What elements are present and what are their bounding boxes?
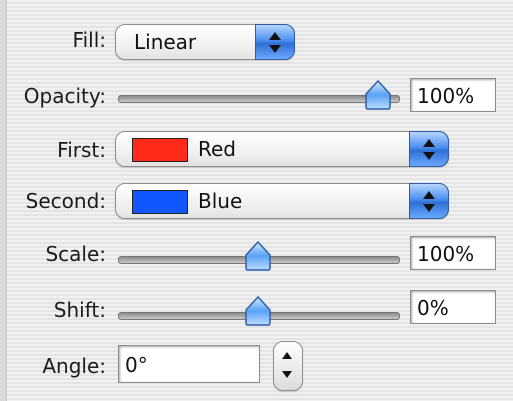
up-down-arrows-icon <box>409 131 449 167</box>
up-down-arrows-icon <box>409 183 449 219</box>
up-down-arrows-icon <box>255 24 295 60</box>
second-color-popup[interactable]: Blue <box>115 183 449 219</box>
second-color-swatch <box>132 190 188 214</box>
stepper-down-arrow-icon[interactable] <box>282 371 292 378</box>
fill-popup[interactable]: Linear <box>115 24 295 60</box>
angle-value-field[interactable]: 0° <box>118 345 260 383</box>
shift-slider-thumb-icon[interactable] <box>244 296 272 326</box>
first-color-swatch <box>132 138 188 162</box>
first-color-name: Red <box>198 137 236 161</box>
opacity-slider-track[interactable] <box>118 95 400 103</box>
shift-label: Shift: <box>53 298 106 322</box>
stepper-arrows-icon[interactable] <box>273 341 303 391</box>
opacity-label: Opacity: <box>23 84 106 108</box>
fill-label: Fill: <box>72 28 106 52</box>
angle-label: Angle: <box>42 354 106 378</box>
shift-value-field[interactable]: 0% <box>410 290 496 324</box>
scale-slider-thumb-icon[interactable] <box>244 241 272 271</box>
first-color-popup[interactable]: Red <box>115 131 449 167</box>
opacity-slider-thumb-icon[interactable] <box>364 80 392 110</box>
stepper-up-arrow-icon[interactable] <box>282 352 292 359</box>
scale-value-field[interactable]: 100% <box>410 236 496 270</box>
opacity-value-field[interactable]: 100% <box>410 78 496 112</box>
second-color-name: Blue <box>198 189 243 213</box>
first-label: First: <box>57 138 106 162</box>
scale-label: Scale: <box>45 242 106 266</box>
second-label: Second: <box>25 189 106 213</box>
fill-popup-value: Linear <box>134 30 197 54</box>
